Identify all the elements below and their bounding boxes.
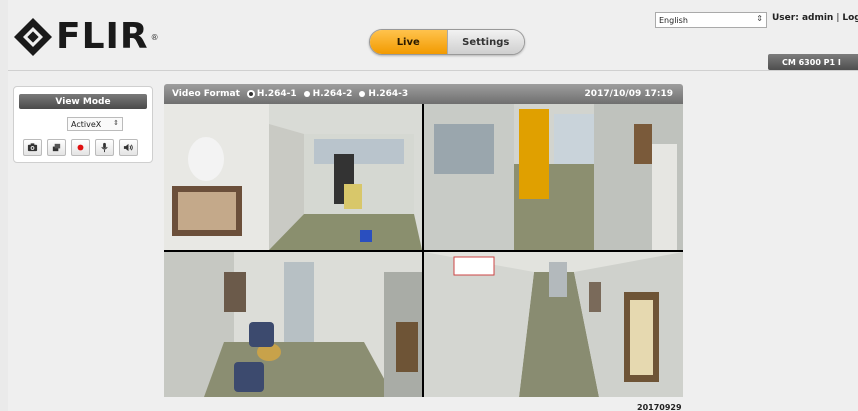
camera-view-4[interactable] bbox=[424, 252, 683, 397]
speaker-button[interactable] bbox=[119, 139, 138, 156]
viewer-value: ActiveX bbox=[71, 119, 102, 129]
user-label: User: admin bbox=[772, 13, 834, 23]
stream-label: H.264-1 bbox=[256, 89, 297, 99]
select-arrows-icon: ⇕ bbox=[113, 119, 119, 127]
microphone-icon bbox=[101, 142, 108, 153]
tab-live[interactable]: Live bbox=[370, 30, 447, 54]
fisheye-corridor-image bbox=[164, 104, 422, 250]
registered-mark: ® bbox=[150, 32, 159, 42]
radio-icon bbox=[359, 91, 366, 97]
radio-selected-icon bbox=[247, 91, 254, 97]
user-info: User: admin|Logout bbox=[772, 13, 858, 23]
speaker-icon bbox=[123, 143, 133, 152]
microphone-button[interactable] bbox=[95, 139, 114, 156]
brand-name: FLIR bbox=[56, 16, 149, 57]
language-select[interactable]: English ⇕ bbox=[655, 12, 767, 28]
record-clip-icon bbox=[52, 143, 61, 152]
camera-view-2[interactable] bbox=[424, 104, 683, 250]
snapshot-button[interactable] bbox=[23, 139, 42, 156]
stream-label: H.264-2 bbox=[312, 89, 353, 99]
camera-view-1[interactable] bbox=[164, 104, 422, 250]
fisheye-office-image bbox=[424, 104, 683, 250]
camera-view-3[interactable] bbox=[164, 252, 422, 397]
live-video-view[interactable] bbox=[164, 104, 683, 397]
video-format-label: Video Format bbox=[172, 89, 240, 99]
device-name-bar: CM 6300 P1 I bbox=[768, 54, 858, 70]
record-clip-button[interactable] bbox=[47, 139, 66, 156]
select-arrows-icon: ⇕ bbox=[756, 14, 763, 23]
main-tabs: Live Settings bbox=[369, 29, 525, 55]
stream-option-h264-2[interactable]: H.264-2 bbox=[303, 89, 353, 99]
video-date-stamp: 20170929 bbox=[637, 403, 682, 411]
flir-diamond-icon bbox=[14, 18, 52, 56]
video-timestamp: 2017/10/09 17:19 bbox=[584, 89, 673, 99]
radio-icon bbox=[303, 91, 310, 97]
record-button[interactable] bbox=[71, 139, 90, 156]
language-value: English bbox=[659, 15, 688, 25]
tab-settings[interactable]: Settings bbox=[446, 30, 524, 54]
logout-link[interactable]: Logout bbox=[842, 13, 858, 23]
viewer-select[interactable]: ActiveX ⇕ bbox=[67, 117, 123, 131]
camera-icon bbox=[27, 143, 38, 152]
record-dot-icon bbox=[77, 144, 84, 151]
video-format-bar: Video Format H.264-1 H.264-2 H.264-3 201… bbox=[164, 84, 683, 104]
view-mode-button[interactable]: View Mode bbox=[19, 94, 147, 109]
fisheye-hallway-image bbox=[424, 252, 683, 397]
header-divider bbox=[8, 70, 858, 71]
stream-label: H.264-3 bbox=[368, 89, 409, 99]
control-buttons bbox=[23, 139, 138, 156]
flir-logo: FLIR ® bbox=[12, 16, 159, 58]
control-panel: View Mode ActiveX ⇕ bbox=[13, 86, 153, 163]
fisheye-lobby-image bbox=[164, 252, 422, 397]
stream-option-h264-1[interactable]: H.264-1 bbox=[247, 89, 297, 99]
stream-option-h264-3[interactable]: H.264-3 bbox=[359, 89, 408, 99]
separator: | bbox=[836, 13, 840, 23]
